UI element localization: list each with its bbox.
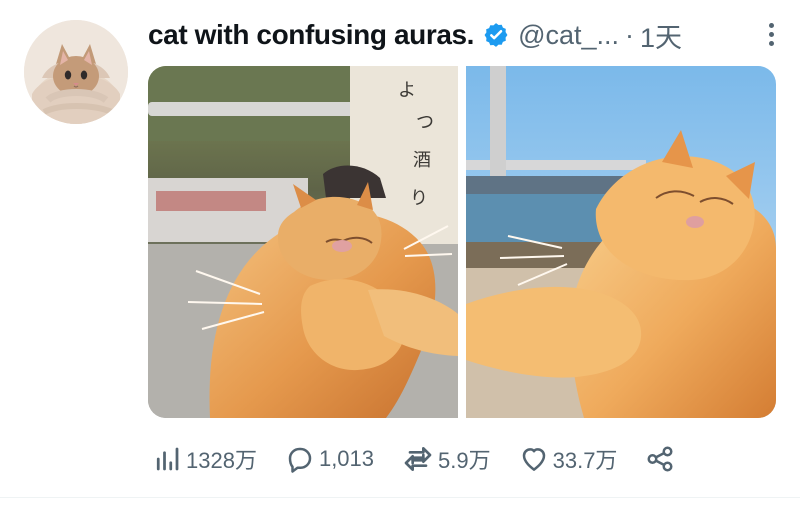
svg-text:酒: 酒 xyxy=(413,150,431,171)
avatar[interactable] xyxy=(24,20,128,124)
media-item-left[interactable]: よ つ 酒 り xyxy=(148,66,458,418)
reply-button[interactable]: 1,013 xyxy=(285,444,374,474)
more-options-icon xyxy=(768,22,774,28)
share-icon xyxy=(647,446,673,472)
retweet-icon xyxy=(404,447,432,471)
retweet-count: 5.9万 xyxy=(438,448,491,473)
tweet-actions: 1328万 1,013 5.9万 33.7万 xyxy=(152,441,710,477)
svg-text:よ: よ xyxy=(398,80,416,101)
like-count: 33.7万 xyxy=(552,448,618,473)
heart-icon xyxy=(522,448,545,471)
share-button[interactable] xyxy=(645,444,675,474)
media-item-right[interactable] xyxy=(466,66,776,418)
svg-text:り: り xyxy=(410,188,428,209)
more-options-icon xyxy=(768,40,774,46)
views-bar-chart-icon xyxy=(156,447,179,471)
views-count: 1328万 xyxy=(186,448,257,473)
handle[interactable]: @cat_... xyxy=(518,20,619,51)
views-button[interactable]: 1328万 xyxy=(152,443,257,475)
separator-dot: · xyxy=(625,19,635,50)
divider xyxy=(0,497,800,498)
retweet-button[interactable]: 5.9万 xyxy=(402,443,491,475)
timestamp[interactable]: 1天 xyxy=(640,16,682,55)
reply-count: 1,013 xyxy=(318,446,375,471)
like-button[interactable]: 33.7万 xyxy=(519,443,618,475)
more-options-button[interactable] xyxy=(762,16,780,52)
tweet-header: cat with confusing auras. @cat_... · 1天 xyxy=(148,10,786,60)
more-options-icon xyxy=(768,31,774,37)
verified-badge-icon xyxy=(482,21,510,49)
display-name[interactable]: cat with confusing auras. xyxy=(148,19,474,51)
orange-cat-being-hit-photo: よ つ 酒 り xyxy=(148,66,458,418)
orange-cat-pushing-photo xyxy=(466,66,776,418)
svg-text:つ: つ xyxy=(416,112,434,133)
tweet-media-grid: よ つ 酒 り xyxy=(148,66,776,418)
kitten-in-blanket-avatar-icon xyxy=(24,20,128,124)
reply-bubble-icon xyxy=(288,447,312,473)
